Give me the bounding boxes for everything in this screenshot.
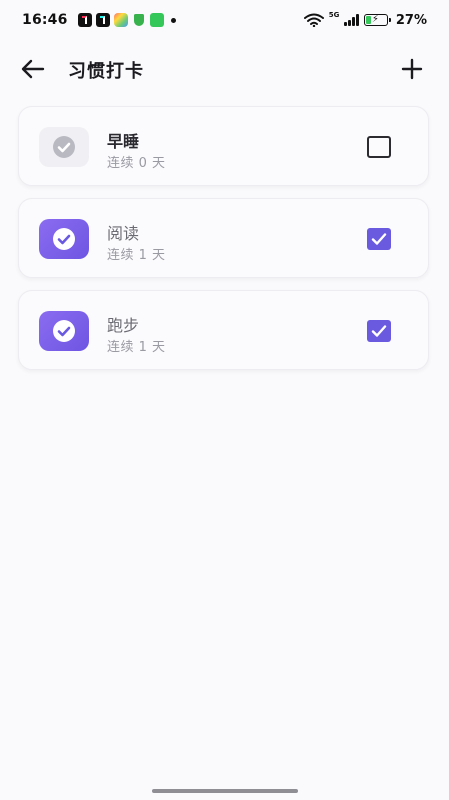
battery-percent: 27% (395, 12, 427, 28)
habit-checkin-screen: 16:46 5G ⚡ 27% 习惯打卡 早睡 连续 0 天 阅读 连续 1 天 … (0, 0, 449, 800)
photos-icon (113, 13, 128, 27)
habit-checkbox[interactable] (367, 228, 391, 250)
network-type-label: 5G (328, 10, 340, 19)
check-circle-icon (53, 320, 75, 342)
habit-name: 阅读 (107, 224, 140, 243)
habit-checkbox[interactable] (367, 136, 391, 158)
habit-icon-container (39, 311, 89, 351)
notification-icons (77, 13, 176, 27)
check-circle-icon (53, 228, 75, 250)
habit-streak: 连续 0 天 (107, 156, 166, 171)
charging-bolt-icon: ⚡ (371, 14, 379, 25)
plus-icon (401, 58, 423, 80)
habit-list: 早睡 连续 0 天 阅读 连续 1 天 跑步 连续 1 天 (18, 106, 430, 382)
app-header: 习惯打卡 (0, 46, 449, 92)
habit-icon-container (39, 219, 89, 259)
signal-strength-icon (344, 14, 359, 26)
habit-streak: 连续 1 天 (107, 340, 166, 355)
habit-icon-container (39, 127, 89, 167)
back-button[interactable] (18, 55, 48, 83)
message-icon (149, 13, 164, 27)
check-circle-icon (53, 136, 75, 158)
habit-name: 早睡 (107, 132, 140, 151)
habit-card[interactable]: 跑步 连续 1 天 (18, 290, 429, 370)
tiktok-icon (95, 13, 110, 27)
habit-streak: 连续 1 天 (107, 248, 166, 263)
habit-card[interactable]: 阅读 连续 1 天 (18, 198, 429, 278)
tiktok-lite-icon (77, 13, 92, 27)
checkmark-icon (371, 325, 387, 337)
battery-level-fill (365, 16, 372, 24)
add-habit-button[interactable] (396, 53, 428, 85)
habit-name: 跑步 (107, 316, 140, 335)
security-shield-icon (132, 13, 146, 27)
arrow-left-icon (21, 59, 45, 79)
checkmark-icon (371, 233, 387, 245)
habit-card[interactable]: 早睡 连续 0 天 (18, 106, 429, 186)
habit-checkbox[interactable] (367, 320, 391, 342)
status-time: 16:46 (22, 12, 68, 28)
more-notifications-dot-icon (170, 17, 176, 23)
home-indicator[interactable] (152, 789, 298, 793)
status-bar: 16:46 5G ⚡ 27% (0, 0, 449, 40)
battery-icon: ⚡ (363, 14, 391, 26)
wifi-icon (303, 13, 324, 27)
page-title: 习惯打卡 (68, 61, 144, 82)
system-indicators: 5G ⚡ 27% (303, 10, 427, 28)
